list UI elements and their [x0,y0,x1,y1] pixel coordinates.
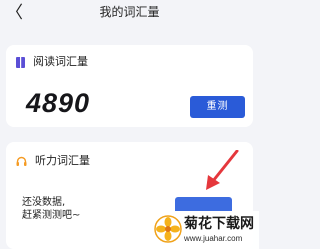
flower-logo-icon [154,215,182,243]
listening-section-header: 听力词汇量 [16,154,90,168]
reading-vocab-card: 阅读词汇量 4890 重测 [6,45,253,127]
book-icon [16,56,25,68]
headphones-icon [16,152,27,171]
reading-vocab-label: 阅读词汇量 [33,55,88,68]
listening-vocab-label: 听力词汇量 [35,154,90,167]
start-test-button[interactable] [175,197,232,211]
red-arrow-annotation [206,150,239,190]
top-bar: 〈 我的词汇量 [0,0,259,30]
watermark-title: 菊花下载网 [184,216,254,232]
site-watermark: 菊花下载网 www.juahar.com [150,211,259,249]
empty-line-1: 还没数据, [22,197,66,208]
reading-section-header: 阅读词汇量 [16,55,88,69]
page-title: 我的词汇量 [99,5,160,19]
listening-empty-message: 还没数据, 赶紧测测吧~ [22,196,80,222]
empty-line-2: 赶紧测测吧~ [22,210,81,221]
retest-button[interactable]: 重测 [190,96,245,118]
reading-vocab-count: 4890 [26,88,91,118]
watermark-url: www.juahar.com [184,234,243,243]
